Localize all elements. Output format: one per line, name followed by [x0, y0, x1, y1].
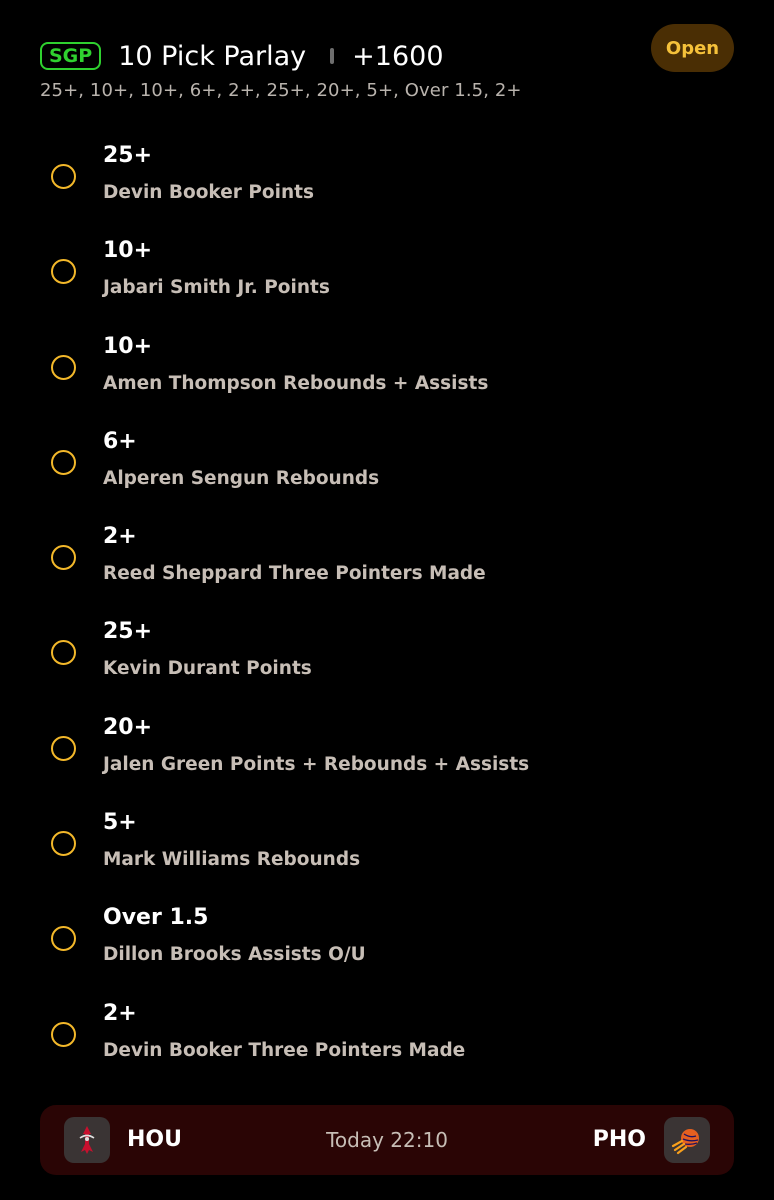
sgp-badge: SGP [40, 42, 102, 70]
leg-description: Devin Booker Three Pointers Made [103, 1039, 466, 1061]
parlay-screen: SGP 10 Pick Parlay +1600 25+, 10+, 10+, … [0, 0, 774, 1200]
parlay-leg[interactable]: 20+ Jalen Green Points + Rebounds + Assi… [0, 705, 774, 800]
leg-line: 2+ [103, 1000, 137, 1026]
leg-description: Devin Booker Points [103, 182, 314, 203]
leg-description: Kevin Durant Points [103, 658, 312, 680]
title-divider [330, 48, 335, 64]
leg-status-circle-icon [51, 831, 76, 857]
leg-status-circle-icon [51, 926, 76, 952]
parlay-title: 10 Pick Parlay [118, 40, 307, 72]
away-team-abbr: PHO [592, 1127, 646, 1152]
parlay-summary: 25+, 10+, 10+, 6+, 2+, 25+, 20+, 5+, Ove… [40, 80, 522, 101]
parlay-leg[interactable]: 10+ Jabari Smith Jr. Points [0, 228, 774, 323]
parlay-leg[interactable]: 10+ Amen Thompson Rebounds + Assists [0, 324, 774, 419]
parlay-header: SGP 10 Pick Parlay +1600 25+, 10+, 10+, … [40, 24, 734, 108]
leg-line: 5+ [103, 810, 137, 836]
leg-line: 10+ [103, 333, 153, 359]
leg-description: Jabari Smith Jr. Points [103, 277, 330, 299]
parlay-leg[interactable]: 25+ Kevin Durant Points [0, 609, 774, 704]
leg-status-circle-icon [51, 735, 76, 761]
parlay-legs-list: 25+ Devin Booker Points 10+ Jabari Smith… [0, 133, 774, 1086]
leg-line: 20+ [103, 714, 153, 740]
leg-description: Amen Thompson Rebounds + Assists [103, 372, 489, 394]
parlay-leg[interactable]: 2+ Reed Sheppard Three Pointers Made [0, 514, 774, 609]
parlay-leg[interactable]: 2+ Devin Booker Three Pointers Made [0, 991, 774, 1086]
leg-line: 2+ [103, 524, 137, 550]
leg-description: Mark Williams Rebounds [103, 849, 361, 871]
leg-line: 25+ [103, 143, 153, 168]
leg-status-circle-icon [51, 640, 76, 666]
leg-line: 10+ [103, 238, 153, 264]
leg-description: Jalen Green Points + Rebounds + Assists [103, 753, 530, 775]
leg-status-circle-icon [51, 259, 76, 285]
parlay-leg[interactable]: Over 1.5 Dillon Brooks Assists O/U [0, 895, 774, 990]
leg-status-circle-icon [51, 164, 76, 189]
parlay-leg[interactable]: 25+ Devin Booker Points [0, 133, 774, 228]
suns-logo-icon [664, 1117, 710, 1163]
parlay-leg[interactable]: 5+ Mark Williams Rebounds [0, 800, 774, 895]
parlay-odds: +1600 [352, 40, 444, 72]
leg-description: Dillon Brooks Assists O/U [103, 944, 366, 966]
game-matchup-bar[interactable]: HOU Today 22:10 PHO [40, 1105, 734, 1175]
leg-status-circle-icon [51, 354, 76, 380]
leg-description: Reed Sheppard Three Pointers Made [103, 563, 486, 585]
leg-status-circle-icon [51, 545, 76, 571]
leg-description: Alperen Sengun Rebounds [103, 467, 380, 489]
leg-line: Over 1.5 [103, 905, 209, 931]
leg-status-circle-icon [51, 449, 76, 475]
leg-status-circle-icon [51, 1021, 76, 1047]
title-row: SGP 10 Pick Parlay +1600 [40, 38, 734, 74]
leg-line: 6+ [103, 428, 137, 454]
status-open-button[interactable]: Open [651, 24, 734, 72]
leg-line: 25+ [103, 619, 153, 645]
parlay-leg[interactable]: 6+ Alperen Sengun Rebounds [0, 419, 774, 514]
